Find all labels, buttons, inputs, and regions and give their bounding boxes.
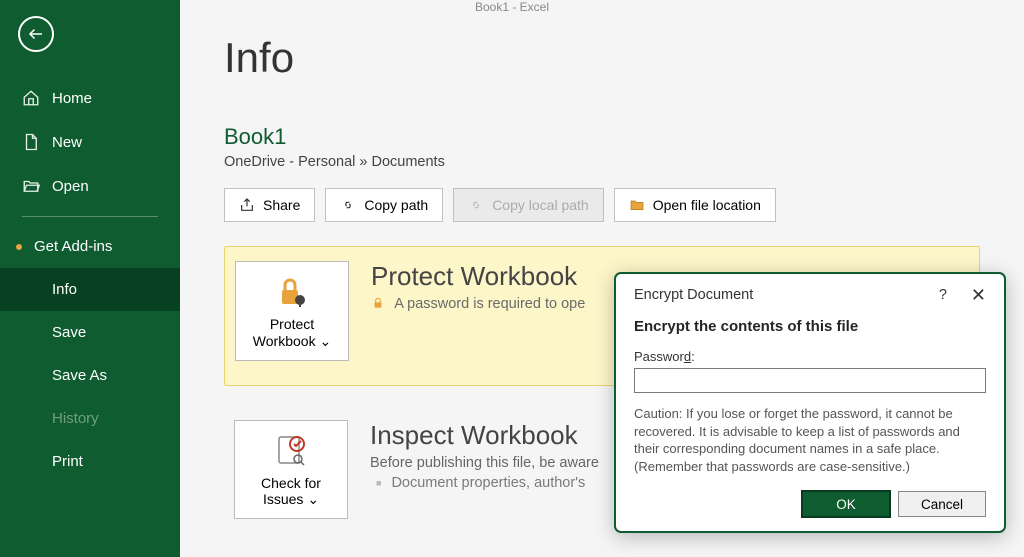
open-folder-icon xyxy=(22,177,40,195)
sidebar-label: Save As xyxy=(52,367,107,384)
copy-path-button[interactable]: Copy path xyxy=(325,188,443,222)
dialog-title: Encrypt Document xyxy=(634,287,753,303)
cancel-button[interactable]: Cancel xyxy=(898,491,986,517)
info-button-row: Share Copy path Copy local path Open fil… xyxy=(224,188,980,222)
encrypt-document-dialog: Encrypt Document ? ✕ Encrypt the content… xyxy=(614,272,1006,533)
sidebar-separator xyxy=(22,216,158,217)
sidebar-label: New xyxy=(52,134,82,151)
dialog-subtitle: Encrypt the contents of this file xyxy=(634,318,986,335)
open-file-location-button[interactable]: Open file location xyxy=(614,188,776,222)
page-title: Info xyxy=(224,34,980,82)
dialog-caution: Caution: If you lose or forget the passw… xyxy=(634,405,986,475)
chevron-down-icon: ⌄ xyxy=(319,333,331,349)
sidebar-label: Info xyxy=(52,281,77,298)
chevron-down-icon: ⌄ xyxy=(307,491,319,507)
backstage-sidebar: Home New Open Get Add-ins Info Save Save… xyxy=(0,0,180,557)
button-label: Open file location xyxy=(653,197,761,213)
close-button[interactable]: ✕ xyxy=(971,286,986,304)
button-label: Share xyxy=(263,197,300,213)
sidebar-label: Get Add-ins xyxy=(34,238,112,255)
sidebar-item-save[interactable]: Save xyxy=(0,311,180,354)
sidebar-item-history: History xyxy=(0,397,180,440)
title-bar: Book1 - Excel xyxy=(0,0,1024,17)
inspect-item: Document properties, author's xyxy=(370,475,599,491)
help-button[interactable]: ? xyxy=(939,287,947,303)
sidebar-item-get-addins[interactable]: Get Add-ins xyxy=(0,225,180,268)
protect-workbook-button[interactable]: Protect Workbook ⌄ xyxy=(235,261,349,361)
sidebar-item-save-as[interactable]: Save As xyxy=(0,354,180,397)
button-label: Copy path xyxy=(364,197,428,213)
lock-icon xyxy=(274,274,310,310)
sidebar-item-new[interactable]: New xyxy=(0,120,180,164)
share-icon xyxy=(239,197,255,213)
ok-button[interactable]: OK xyxy=(802,491,890,517)
sidebar-item-open[interactable]: Open xyxy=(0,164,180,208)
protect-title: Protect Workbook xyxy=(371,261,585,292)
password-label: Password: xyxy=(634,349,986,364)
back-arrow-icon xyxy=(27,25,45,43)
back-button[interactable] xyxy=(18,16,54,52)
notification-dot-icon xyxy=(16,244,22,250)
sidebar-label: Print xyxy=(52,453,83,470)
sidebar-label: History xyxy=(52,410,99,427)
sidebar-label: Home xyxy=(52,90,92,107)
inspect-title: Inspect Workbook xyxy=(370,420,599,451)
check-for-issues-button[interactable]: Check for Issues ⌄ xyxy=(234,420,348,520)
lock-small-icon xyxy=(371,296,385,310)
sidebar-item-home[interactable]: Home xyxy=(0,76,180,120)
new-file-icon xyxy=(22,133,40,151)
sidebar-label: Open xyxy=(52,178,89,195)
sidebar-label: Save xyxy=(52,324,86,341)
check-issues-icon xyxy=(273,433,309,469)
share-button[interactable]: Share xyxy=(224,188,315,222)
inspect-description: Before publishing this file, be aware xyxy=(370,455,599,471)
document-path: OneDrive - Personal » Documents xyxy=(224,154,980,170)
home-icon xyxy=(22,89,40,107)
sidebar-item-print[interactable]: Print xyxy=(0,440,180,483)
copy-local-path-button: Copy local path xyxy=(453,188,604,222)
link-icon xyxy=(340,197,356,213)
sidebar-item-info[interactable]: Info xyxy=(0,268,180,311)
button-label: Copy local path xyxy=(492,197,589,213)
protect-description: A password is required to ope xyxy=(371,296,585,312)
title-text: Book1 - Excel xyxy=(475,0,549,14)
document-name: Book1 xyxy=(224,124,980,150)
password-input[interactable] xyxy=(634,368,986,393)
link-icon xyxy=(468,197,484,213)
folder-icon xyxy=(629,197,645,213)
button-label: Protect Workbook xyxy=(253,316,316,349)
